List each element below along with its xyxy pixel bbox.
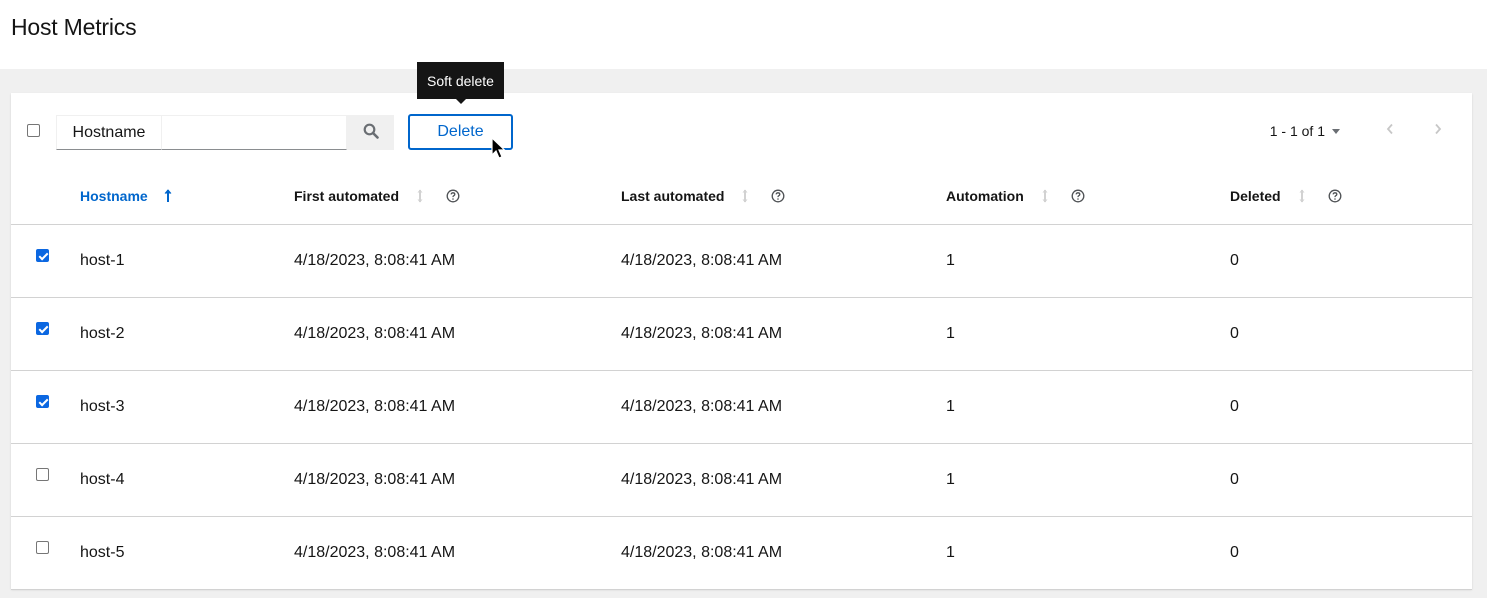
row-select-cell	[11, 297, 80, 370]
hostname-cell[interactable]: host-2	[80, 297, 294, 370]
chevron-left-icon	[1386, 123, 1393, 135]
automation-count-cell: 1	[946, 543, 955, 561]
automation-count-cell: 1	[946, 470, 955, 488]
hostname-cell[interactable]: host-5	[80, 516, 294, 589]
table-row[interactable]: host-1 4/18/2023, 8:08:41 AM 4/18/2023, 8:…	[11, 224, 1472, 297]
hostname-cell[interactable]: host-4	[80, 443, 294, 516]
deleted-count-cell: 0	[1230, 470, 1239, 488]
host-metrics-table: Hostname First automated Last automated …	[11, 168, 1472, 590]
pagination-range-toggle[interactable]: 1 - 1 of 1	[1270, 123, 1325, 139]
row-select-cell	[11, 224, 80, 297]
help-icon[interactable]	[446, 189, 460, 203]
previous-page-button[interactable]	[1380, 122, 1400, 140]
first-automated-cell: 4/18/2023, 8:08:41 AM	[294, 324, 456, 342]
soft-delete-tooltip: Soft delete	[417, 62, 504, 104]
table-body: host-1 4/18/2023, 8:08:41 AM 4/18/2023, 8:…	[11, 224, 1472, 589]
sort-icon[interactable]	[1041, 188, 1049, 204]
row-select-cell	[11, 370, 80, 443]
next-page-button[interactable]	[1428, 122, 1448, 140]
first-automated-cell: 4/18/2023, 8:08:41 AM	[294, 397, 456, 415]
table-row[interactable]: host-5 4/18/2023, 8:08:41 AM 4/18/2023, 8:…	[11, 516, 1472, 589]
last-automated-cell: 4/18/2023, 8:08:41 AM	[621, 470, 783, 488]
column-header-label: Deleted	[1230, 187, 1281, 204]
row-select-cell	[11, 516, 80, 589]
row-select-checkbox[interactable]	[36, 540, 49, 554]
hostname-cell[interactable]: host-1	[80, 224, 294, 297]
hostname-cell[interactable]: host-3	[80, 370, 294, 443]
hostname-search-input[interactable]	[162, 115, 347, 150]
table-row[interactable]: host-2 4/18/2023, 8:08:41 AM 4/18/2023, 8:…	[11, 297, 1472, 370]
page-title: Host Metrics	[11, 14, 137, 40]
last-automated-cell: 4/18/2023, 8:08:41 AM	[621, 251, 783, 269]
last-automated-cell: 4/18/2023, 8:08:41 AM	[621, 543, 783, 561]
column-header-label: Automation	[946, 187, 1024, 204]
column-header-hostname[interactable]: Hostname	[80, 168, 294, 224]
table-header-row: Hostname First automated Last automated …	[11, 168, 1472, 224]
caret-down-icon[interactable]	[1332, 128, 1340, 134]
help-icon[interactable]	[1328, 189, 1342, 203]
deleted-count-cell: 0	[1230, 251, 1239, 269]
last-automated-cell: 4/18/2023, 8:08:41 AM	[621, 397, 783, 415]
search-icon	[363, 123, 379, 142]
deleted-count-cell: 0	[1230, 397, 1239, 415]
page-header: Host Metrics	[0, 0, 1487, 69]
column-header-label: First automated	[294, 187, 400, 204]
mouse-cursor-icon	[491, 136, 507, 166]
help-icon[interactable]	[771, 189, 785, 203]
row-select-cell	[11, 443, 80, 516]
last-automated-cell: 4/18/2023, 8:08:41 AM	[621, 324, 783, 342]
sort-icon[interactable]	[741, 188, 749, 204]
column-header-deleted[interactable]: Deleted	[1230, 168, 1472, 224]
row-select-checkbox[interactable]	[36, 467, 49, 481]
sort-ascending-icon[interactable]	[164, 188, 172, 203]
column-header-first-automated[interactable]: First automated	[294, 168, 621, 224]
automation-count-cell: 1	[946, 397, 955, 415]
toolbar: Hostname Delete Soft delete 1 - 1 of 1	[11, 62, 1472, 168]
first-automated-cell: 4/18/2023, 8:08:41 AM	[294, 543, 456, 561]
deleted-count-cell: 0	[1230, 543, 1239, 561]
filter-attribute-label[interactable]: Hostname	[56, 115, 162, 150]
header-select-column	[11, 168, 80, 224]
select-all-checkbox[interactable]	[27, 124, 40, 137]
row-select-checkbox[interactable]	[36, 248, 49, 262]
filter-group: Hostname	[56, 115, 394, 150]
automation-count-cell: 1	[946, 324, 955, 342]
first-automated-cell: 4/18/2023, 8:08:41 AM	[294, 251, 456, 269]
deleted-count-cell: 0	[1230, 324, 1239, 342]
table-row[interactable]: host-4 4/18/2023, 8:08:41 AM 4/18/2023, 8:…	[11, 443, 1472, 516]
chevron-right-icon	[1435, 123, 1442, 135]
pagination: 1 - 1 of 1	[1270, 120, 1448, 142]
column-header-last-automated[interactable]: Last automated	[621, 168, 946, 224]
sort-icon[interactable]	[416, 188, 424, 204]
row-select-checkbox[interactable]	[36, 321, 49, 335]
host-metrics-card: Hostname Delete Soft delete 1 - 1 of 1 H…	[11, 62, 1472, 590]
search-button[interactable]	[347, 115, 394, 150]
first-automated-cell: 4/18/2023, 8:08:41 AM	[294, 470, 456, 488]
help-icon[interactable]	[1071, 189, 1085, 203]
table-row[interactable]: host-3 4/18/2023, 8:08:41 AM 4/18/2023, 8:…	[11, 370, 1472, 443]
column-header-label: Last automated	[621, 187, 725, 204]
row-select-checkbox[interactable]	[36, 394, 49, 408]
column-header-automation[interactable]: Automation	[946, 168, 1230, 224]
sort-icon[interactable]	[1298, 188, 1306, 204]
automation-count-cell: 1	[946, 251, 955, 269]
column-header-label: Hostname	[80, 187, 148, 204]
